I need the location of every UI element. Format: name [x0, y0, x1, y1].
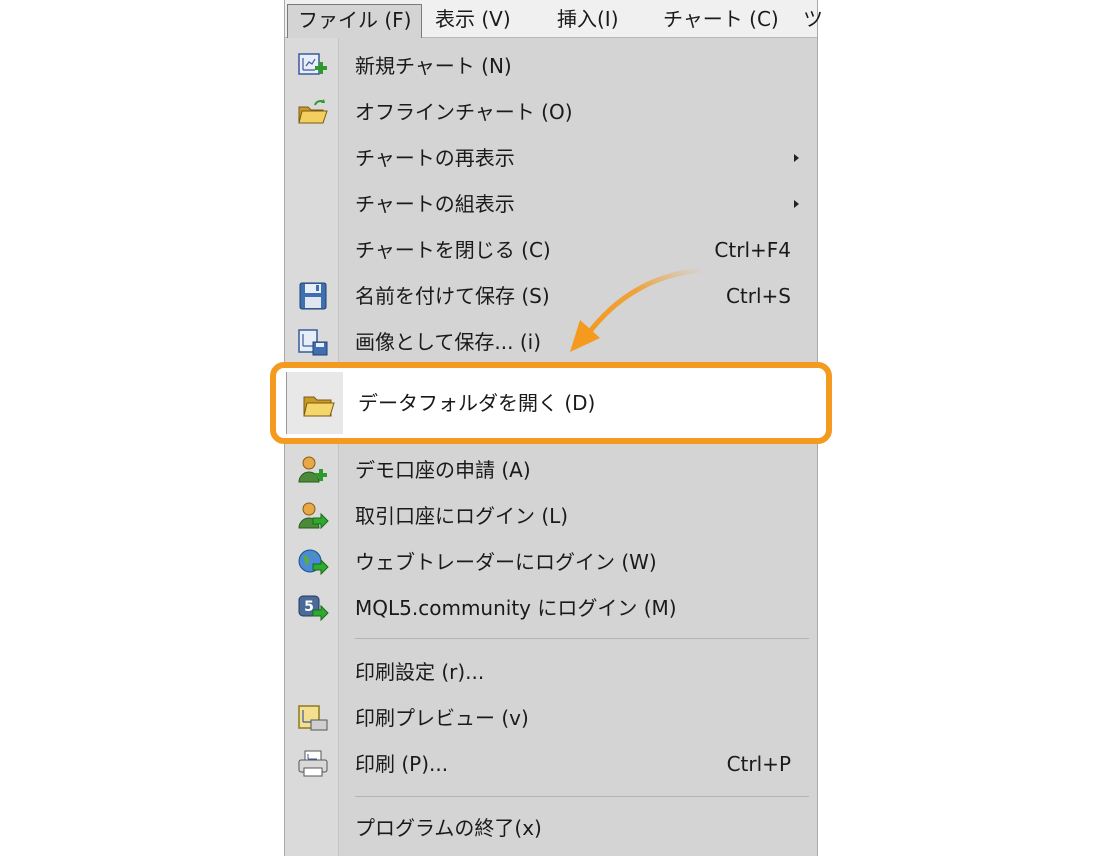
shortcut-text: Ctrl+F4 — [714, 238, 791, 262]
menu-item-new-chart[interactable]: 新規チャート (N) — [285, 46, 819, 86]
menu-item-label: オフラインチャート (O) — [355, 100, 573, 124]
menu-item-save-as[interactable]: 名前を付けて保存 (S) Ctrl+S — [285, 276, 819, 316]
submenu-arrow-icon — [794, 200, 799, 208]
folder-open-icon — [297, 98, 329, 126]
menu-item-label: 新規チャート (N) — [355, 54, 512, 78]
shortcut-text: Ctrl+S — [725, 284, 791, 308]
menu-separator — [355, 638, 809, 639]
menu-item-reopen-chart[interactable]: チャートの再表示 — [285, 138, 819, 178]
menu-insert[interactable]: 挿入(I) — [547, 4, 629, 34]
menu-item-open-data-folder[interactable]: データフォルダを開く (D) — [358, 368, 595, 438]
save-picture-icon — [297, 328, 329, 356]
menu-item-exit[interactable]: プログラムの終了(x) — [285, 808, 819, 848]
menu-item-chart-set[interactable]: チャートの組表示 — [285, 184, 819, 224]
submenu-arrow-icon — [794, 154, 799, 162]
menu-item-label: 印刷プレビュー (v) — [355, 706, 529, 730]
menu-file[interactable]: ファイル (F) — [287, 4, 423, 38]
menu-item-print[interactable]: 印刷 (P)... Ctrl+P — [285, 744, 819, 784]
highlight-callout: データフォルダを開く (D) — [270, 362, 832, 444]
menu-item-label: プログラムの終了(x) — [355, 816, 542, 840]
menu-item-label: チャートを閉じる (C) — [355, 238, 551, 262]
menu-item-label: 印刷設定 (r)... — [355, 660, 485, 684]
menu-charts[interactable]: チャート (C) — [653, 4, 789, 34]
folder-icon — [302, 392, 336, 418]
menu-separator — [355, 796, 809, 797]
menu-item-label: ウェブトレーダーにログイン (W) — [355, 550, 657, 574]
menu-item-login-web-trader[interactable]: ウェブトレーダーにログイン (W) — [285, 542, 819, 582]
printer-icon — [297, 750, 329, 778]
new-chart-icon — [297, 52, 329, 80]
menu-item-label: 取引口座にログイン (L) — [355, 504, 569, 528]
menu-item-label: 名前を付けて保存 (S) — [355, 284, 550, 308]
globe-login-icon — [297, 548, 329, 576]
menu-item-label: MQL5.community にログイン (M) — [355, 596, 677, 620]
menu-item-open-demo-account[interactable]: デモ口座の申請 (A) — [285, 450, 819, 490]
menu-item-save-as-picture[interactable]: 画像として保存... (i) — [285, 322, 819, 362]
menu-item-print-preview[interactable]: 印刷プレビュー (v) — [285, 698, 819, 738]
menu-item-label: 印刷 (P)... — [355, 752, 449, 776]
shortcut-text: Ctrl+P — [726, 752, 791, 776]
menu-item-offline-chart[interactable]: オフラインチャート (O) — [285, 92, 819, 132]
menu-item-print-setup[interactable]: 印刷設定 (r)... — [285, 652, 819, 692]
user-login-icon — [297, 502, 329, 530]
menu-item-label: チャートの再表示 — [355, 146, 515, 170]
print-preview-icon — [297, 704, 329, 732]
menu-item-login-trade-account[interactable]: 取引口座にログイン (L) — [285, 496, 819, 536]
menu-view[interactable]: 表示 (V) — [425, 4, 521, 34]
menu-item-login-mql5[interactable]: 5 MQL5.community にログイン (M) — [285, 588, 819, 628]
svg-text:5: 5 — [304, 599, 314, 615]
menu-item-label: チャートの組表示 — [355, 192, 515, 216]
floppy-disk-icon — [297, 282, 329, 310]
mql5-login-icon: 5 — [297, 594, 329, 622]
menu-bar: ファイル (F) 表示 (V) 挿入(I) チャート (C) ツ — [285, 0, 823, 38]
pointer-arrow-icon — [570, 267, 705, 352]
menu-tools[interactable]: ツ — [793, 4, 833, 34]
user-add-icon — [297, 456, 329, 484]
menu-item-label: 画像として保存... (i) — [355, 330, 541, 354]
menu-item-close-chart[interactable]: チャートを閉じる (C) Ctrl+F4 — [285, 230, 819, 270]
menu-item-label: デモ口座の申請 (A) — [355, 458, 531, 482]
